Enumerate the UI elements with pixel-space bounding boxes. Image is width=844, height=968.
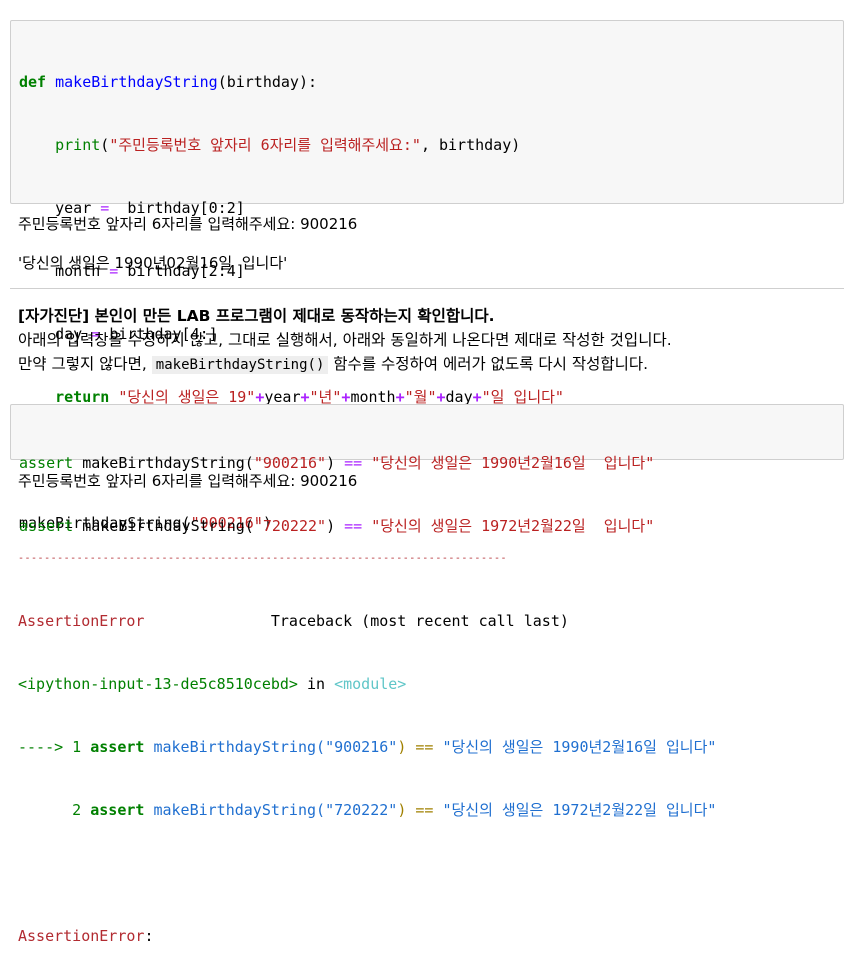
traceback-header: Traceback (most recent call last) (270, 612, 569, 630)
line-num-2: 2 (18, 801, 82, 819)
tb-expected: "당신의 생일은 1990년2월16일 입니다" (442, 738, 717, 756)
tb-arg: "900216" (325, 738, 398, 756)
tb-call: makeBirthdayString( (144, 801, 326, 819)
markdown-line-2: 만약 그렇지 않다면, makeBirthdayString() 함수를 수정하… (18, 352, 672, 377)
inline-code: makeBirthdayString() (151, 356, 329, 374)
module-ref: <module> (334, 675, 407, 693)
markdown-line-2-post: 함수를 수정하여 에러가 없도록 다시 작성합니다. (328, 355, 649, 373)
tb-expected: "당신의 생일은 1972년2월22일 입니다" (442, 801, 717, 819)
markdown-heading: [자가진단] 본인이 만든 LAB 프로그램이 제대로 동작하는지 확인합니다. (18, 307, 495, 325)
tb-keyword-assert: assert (81, 801, 145, 819)
input-ref: <ipython-input-13-de5c8510cebd> (18, 675, 298, 693)
error-name: AssertionError (18, 612, 145, 630)
arrow-line-1: ----> 1 (18, 738, 82, 756)
prompt-string: "주민등록번호 앞자리 6자리를 입력해주세요:" (109, 136, 421, 154)
print-builtin: print (55, 136, 101, 154)
tb-keyword-assert: assert (81, 738, 145, 756)
tb-call: makeBirthdayString( (144, 738, 326, 756)
code-cell-1[interactable]: def makeBirthdayString(birthday): print(… (10, 20, 844, 532)
tb-close: ) (397, 738, 407, 756)
final-error-name: AssertionError (18, 927, 145, 945)
cell2-output-print: 주민등록번호 앞자리 6자리를 입력해주세요: 900216 (18, 472, 358, 490)
in-word: in (297, 675, 335, 693)
cell-divider (10, 288, 844, 289)
function-name: makeBirthdayString (55, 73, 218, 91)
paren: ( (100, 136, 110, 154)
tb-eq: == (406, 738, 443, 756)
markdown-line-2-pre: 만약 그렇지 않다면, (18, 355, 152, 373)
code-cell-2[interactable]: assert makeBirthdayString("900216") == "… (10, 404, 844, 535)
tb-close: ) (397, 801, 407, 819)
markdown-cell: [자가진단] 본인이 만든 LAB 프로그램이 제대로 동작하는지 확인합니다.… (18, 304, 672, 377)
traceback: ----------------------------------------… (18, 506, 838, 968)
print-rest: , birthday) (420, 136, 521, 154)
cell1-output-print: 주민등록번호 앞자리 6자리를 입력해주세요: 900216 (18, 215, 358, 233)
keyword-def: def (19, 73, 47, 91)
params: (birthday): (217, 73, 318, 91)
tb-arg: "720222" (325, 801, 398, 819)
assert-expected: "당신의 생일은 1990년2월16일 입니다" (362, 454, 655, 472)
markdown-line-1: 아래의 입력창을 수정하지 않고, 그대로 실행해서, 아래와 동일하게 나온다… (18, 331, 672, 349)
final-colon: : (144, 927, 154, 945)
cell1-output-return: '당신의 생일은 1990년02월16일 입니다' (18, 254, 288, 272)
tb-eq: == (406, 801, 443, 819)
traceback-rule: ----------------------------------------… (18, 553, 508, 564)
